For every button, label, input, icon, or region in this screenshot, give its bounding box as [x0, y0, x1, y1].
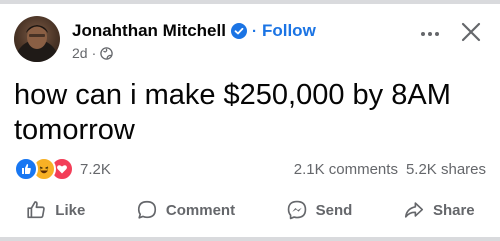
more-options-icon[interactable]: [418, 24, 442, 44]
share-label: Share: [432, 201, 475, 219]
shares-count[interactable]: 5.2K shares: [406, 161, 486, 178]
comments-count[interactable]: 2.1K comments: [294, 161, 398, 178]
post-stats: 7.2K 2.1K comments 5.2K shares: [14, 157, 486, 181]
share-arrow-icon: [404, 202, 424, 218]
comment-bubble-icon: [137, 200, 156, 219]
post-body-text: how can i make $250,000 by 8AM tomorrow: [14, 79, 451, 146]
post-meta: 2d ·: [72, 44, 113, 62]
share-button[interactable]: Share: [403, 199, 475, 221]
action-bar: Like Comment Send Share: [0, 190, 500, 230]
comment-button[interactable]: Comment: [136, 199, 235, 221]
post-age[interactable]: 2d: [72, 45, 88, 61]
like-button[interactable]: Like: [25, 199, 85, 221]
post-header: Jonahthan Mitchell · Follow 2d ·: [14, 14, 486, 62]
like-label: Like: [55, 201, 86, 219]
follow-button[interactable]: Follow: [262, 21, 316, 41]
author-name[interactable]: Jonahthan Mitchell: [72, 21, 226, 41]
top-divider: [0, 0, 500, 4]
close-icon[interactable]: [458, 19, 484, 45]
bottom-divider: [0, 237, 500, 241]
verified-badge-icon: [230, 23, 247, 39]
author-row: Jonahthan Mitchell · Follow: [72, 20, 316, 42]
reactions-summary[interactable]: 7.2K: [14, 157, 111, 181]
engagement-counts: 2.1K comments 5.2K shares: [294, 158, 486, 180]
send-button[interactable]: Send: [286, 199, 353, 221]
reaction-count: 7.2K: [80, 160, 111, 178]
send-label: Send: [315, 201, 353, 219]
messenger-icon: [287, 200, 306, 220]
meta-separator: ·: [91, 45, 97, 61]
avatar[interactable]: [14, 16, 60, 62]
globe-icon[interactable]: [100, 46, 113, 60]
separator-dot: ·: [251, 22, 257, 40]
comment-label: Comment: [165, 201, 236, 219]
thumbs-up-icon: [27, 201, 46, 219]
like-reaction-icon: [14, 157, 38, 181]
